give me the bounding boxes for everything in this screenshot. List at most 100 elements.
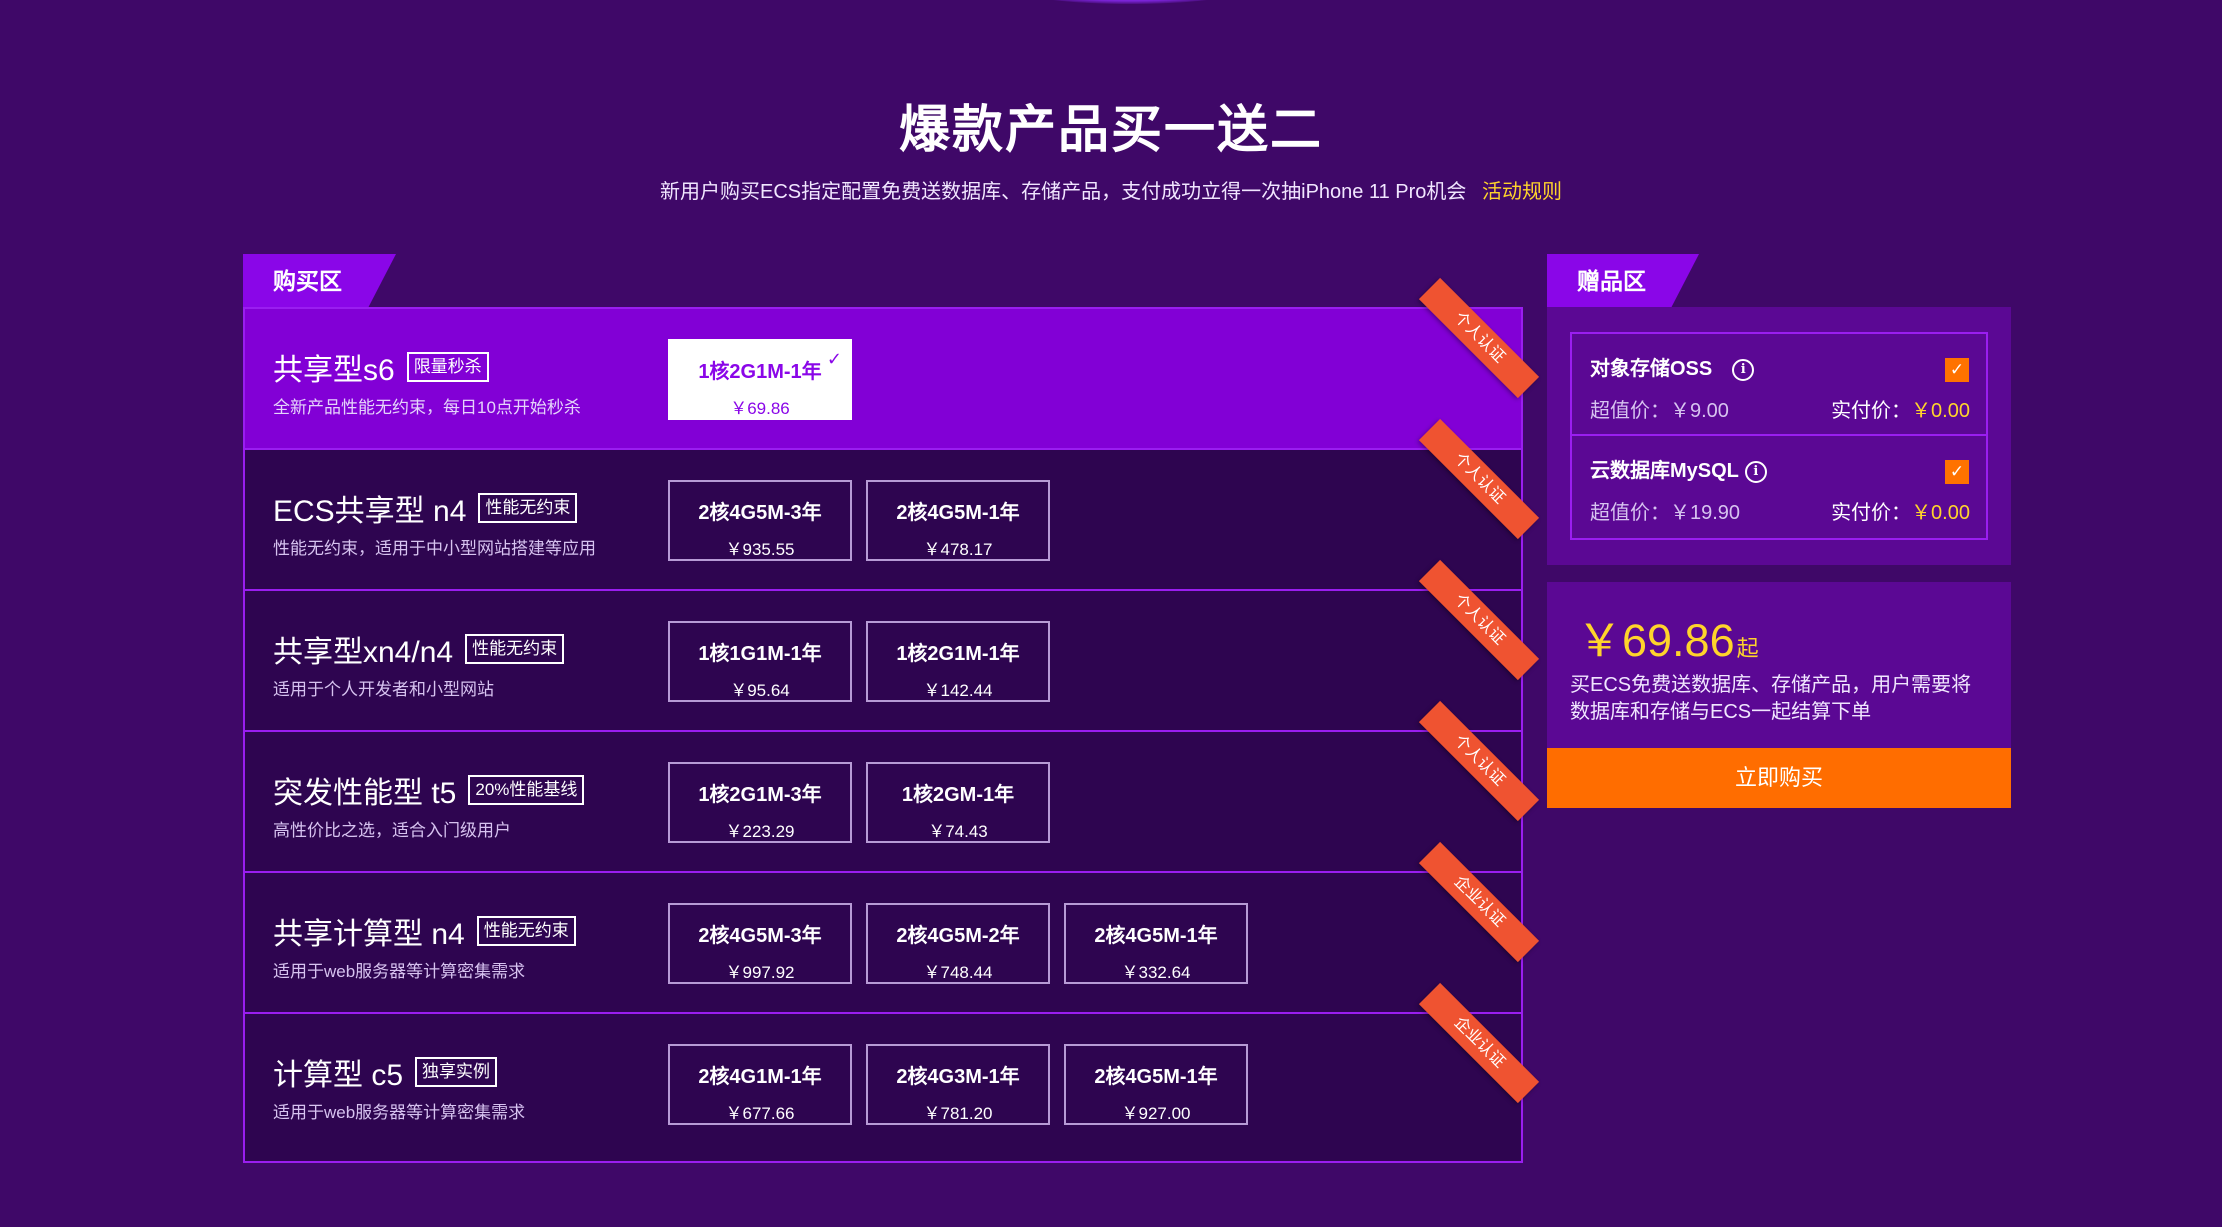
ribbon-corner: 个人认证	[1418, 700, 1540, 834]
product-list: 共享型s6 限量秒杀 全新产品性能无约束，每日10点开始秒杀 1核2G1M-1年…	[243, 277, 1540, 1163]
product-desc: 适用于个人开发者和小型网站	[273, 680, 494, 699]
product-name: 计算型 c5	[273, 1059, 404, 1092]
product-row: 计算型 c5 独享实例 适用于web服务器等计算密集需求 2核4G1M-1年 ￥…	[245, 982, 1540, 1161]
buy-now-button[interactable]: 立即购买	[1547, 748, 2011, 808]
actual-value: ￥0.00	[1911, 502, 1970, 524]
total-price: ￥69.86起	[1577, 604, 1759, 669]
product-name-line: 突发性能型 t5 20%性能基线	[273, 768, 585, 812]
product-row: 共享型xn4/n4 性能无约束 适用于个人开发者和小型网站 1核1G1M-1年 …	[245, 559, 1540, 732]
spec-option[interactable]: 2核4G5M-3年 ￥997.92	[668, 903, 852, 984]
page-title: 爆款产品买一送二	[898, 101, 1323, 158]
ribbon-corner: 个人认证	[1418, 418, 1540, 552]
spec-price: ￥223.29	[725, 822, 795, 841]
spec-label: 1核2G1M-1年	[698, 361, 822, 383]
product-tag-badge: 独享实例	[415, 1057, 498, 1087]
gift-prices: 超值价：￥19.90 实付价：￥0.00	[1590, 496, 1970, 525]
spec-label: 1核2G1M-1年	[896, 643, 1020, 665]
total-price-value: ￥69.86	[1577, 615, 1735, 666]
product-name-line: 计算型 c5 独享实例	[273, 1050, 498, 1094]
price-suffix: 起	[1736, 636, 1759, 661]
spec-price: ￥997.92	[725, 963, 795, 982]
top-glow-decoration	[1020, 0, 1240, 4]
spec-label: 2核4G5M-1年	[896, 502, 1020, 524]
spec-label: 2核4G5M-1年	[1094, 1066, 1218, 1088]
tab-gift-zone: 赠品区	[1547, 254, 1699, 308]
spec-price: ￥748.44	[923, 963, 993, 982]
spec-price: ￥478.17	[923, 540, 993, 559]
spec-option[interactable]: 2核4G3M-1年 ￥781.20	[866, 1044, 1050, 1125]
spec-option[interactable]: 2核4G5M-1年 ￥927.00	[1064, 1044, 1248, 1125]
product-tag-badge: 限量秒杀	[406, 352, 489, 382]
activity-rules-link[interactable]: 活动规则	[1482, 181, 1562, 203]
product-name: 共享型s6	[273, 354, 395, 387]
ribbon-corner: 企业认证	[1418, 982, 1540, 1116]
product-tag-badge: 20%性能基线	[468, 775, 585, 805]
gift-actual-price: 实付价：￥0.00	[1831, 496, 1970, 525]
gift-item-oss: 对象存储OSS i ✓ 超值价：￥9.00 实付价：￥0.00	[1572, 334, 1986, 436]
subtitle-text: 新用户购买ECS指定配置免费送数据库、存储产品，支付成功立得一次抽iPhone …	[660, 181, 1467, 203]
personal-auth-ribbon: 个人认证	[1418, 277, 1540, 399]
spec-price: ￥935.55	[725, 540, 795, 559]
gift-list: 对象存储OSS i ✓ 超值价：￥9.00 实付价：￥0.00 云数据库MySQL…	[1570, 332, 1988, 540]
gift-checkbox[interactable]: ✓	[1945, 358, 1969, 382]
summary-desc: 买ECS免费送数据库、存储产品，用户需要将数据库和存储与ECS一起结算下单	[1570, 674, 1972, 723]
check-icon: ✓	[826, 349, 842, 369]
info-icon[interactable]: i	[1732, 359, 1755, 381]
ribbon-corner: 个人认证	[1418, 559, 1540, 693]
spec-label: 1核2G1M-3年	[698, 784, 822, 806]
spec-option[interactable]: 2核4G5M-3年 ￥935.55	[668, 480, 852, 561]
tab-buy-zone: 购买区	[243, 254, 396, 308]
spec-option[interactable]: 1核1G1M-1年 ￥95.64	[668, 621, 852, 702]
gift-name: 对象存储OSS	[1590, 358, 1713, 380]
spec-label: 2核4G5M-3年	[698, 502, 822, 524]
product-name: 共享型xn4/n4	[273, 636, 454, 669]
gift-name-line: 云数据库MySQL i	[1590, 454, 1767, 483]
gift-item-mysql: 云数据库MySQL i ✓ 超值价：￥19.90 实付价：￥0.00	[1572, 436, 1986, 538]
spec-option[interactable]: 2核4G5M-2年 ￥748.44	[866, 903, 1050, 984]
spec-price: ￥69.86	[730, 399, 790, 418]
product-row: 共享计算型 n4 性能无约束 适用于web服务器等计算密集需求 2核4G5M-3…	[245, 841, 1540, 1014]
spec-price: ￥74.43	[928, 822, 988, 841]
gift-name-line: 对象存储OSS i	[1590, 352, 1755, 381]
spec-option[interactable]: 2核4G5M-1年 ￥332.64	[1064, 903, 1248, 984]
spec-label: 2核4G3M-1年	[896, 1066, 1020, 1088]
summary-panel: ￥69.86起 买ECS免费送数据库、存储产品，用户需要将数据库和存储与ECS一…	[1547, 582, 2011, 808]
spec-price: ￥927.00	[1121, 1104, 1191, 1123]
product-desc: 适用于web服务器等计算密集需求	[273, 962, 526, 981]
spec-label: 2核4G5M-2年	[896, 925, 1020, 947]
actual-label: 实付价：	[1831, 502, 1912, 524]
spec-option[interactable]: 2核4G1M-1年 ￥677.66	[668, 1044, 852, 1125]
product-desc: 适用于web服务器等计算密集需求	[273, 1103, 526, 1122]
product-row: ECS共享型 n4 性能无约束 性能无约束，适用于中小型网站搭建等应用 2核4G…	[245, 418, 1540, 591]
info-icon[interactable]: i	[1744, 461, 1767, 483]
ribbon-corner: 企业认证	[1418, 841, 1540, 975]
product-desc: 全新产品性能无约束，每日10点开始秒杀	[273, 398, 581, 417]
spec-label: 1核2GM-1年	[901, 784, 1015, 806]
gift-value-price: 超值价：￥9.00	[1590, 400, 1729, 422]
spec-option[interactable]: 1核2G1M-1年 ￥142.44	[866, 621, 1050, 702]
spec-price: ￥781.20	[923, 1104, 993, 1123]
spec-option[interactable]: 1核2GM-1年 ￥74.43	[866, 762, 1050, 843]
product-name-line: 共享型xn4/n4 性能无约束	[273, 627, 565, 671]
product-name-line: 共享型s6 限量秒杀	[273, 345, 489, 389]
product-desc: 性能无约束，适用于中小型网站搭建等应用	[273, 539, 596, 558]
gift-panel: 对象存储OSS i ✓ 超值价：￥9.00 实付价：￥0.00 云数据库MySQL…	[1547, 307, 2011, 565]
product-name: 共享计算型 n4	[273, 918, 465, 951]
product-tag-badge: 性能无约束	[476, 916, 576, 946]
product-name: ECS共享型 n4	[273, 495, 467, 528]
spec-label: 2核4G5M-1年	[1094, 925, 1218, 947]
actual-value: ￥0.00	[1911, 400, 1970, 422]
spec-option[interactable]: 1核2G1M-3年 ￥223.29	[668, 762, 852, 843]
gift-checkbox[interactable]: ✓	[1945, 460, 1969, 484]
product-name-line: 共享计算型 n4 性能无约束	[273, 909, 576, 953]
spec-price: ￥95.64	[730, 681, 790, 700]
spec-option[interactable]: 1核2G1M-1年 ￥69.86 ✓	[668, 339, 852, 420]
gift-prices: 超值价：￥9.00 实付价：￥0.00	[1590, 394, 1970, 423]
spec-label: 2核4G5M-3年	[698, 925, 822, 947]
spec-option[interactable]: 2核4G5M-1年 ￥478.17	[866, 480, 1050, 561]
spec-price: ￥677.66	[725, 1104, 795, 1123]
gift-actual-price: 实付价：￥0.00	[1831, 394, 1970, 423]
product-tag-badge: 性能无约束	[478, 493, 578, 523]
actual-label: 实付价：	[1831, 400, 1912, 422]
product-name-line: ECS共享型 n4 性能无约束	[273, 486, 578, 530]
